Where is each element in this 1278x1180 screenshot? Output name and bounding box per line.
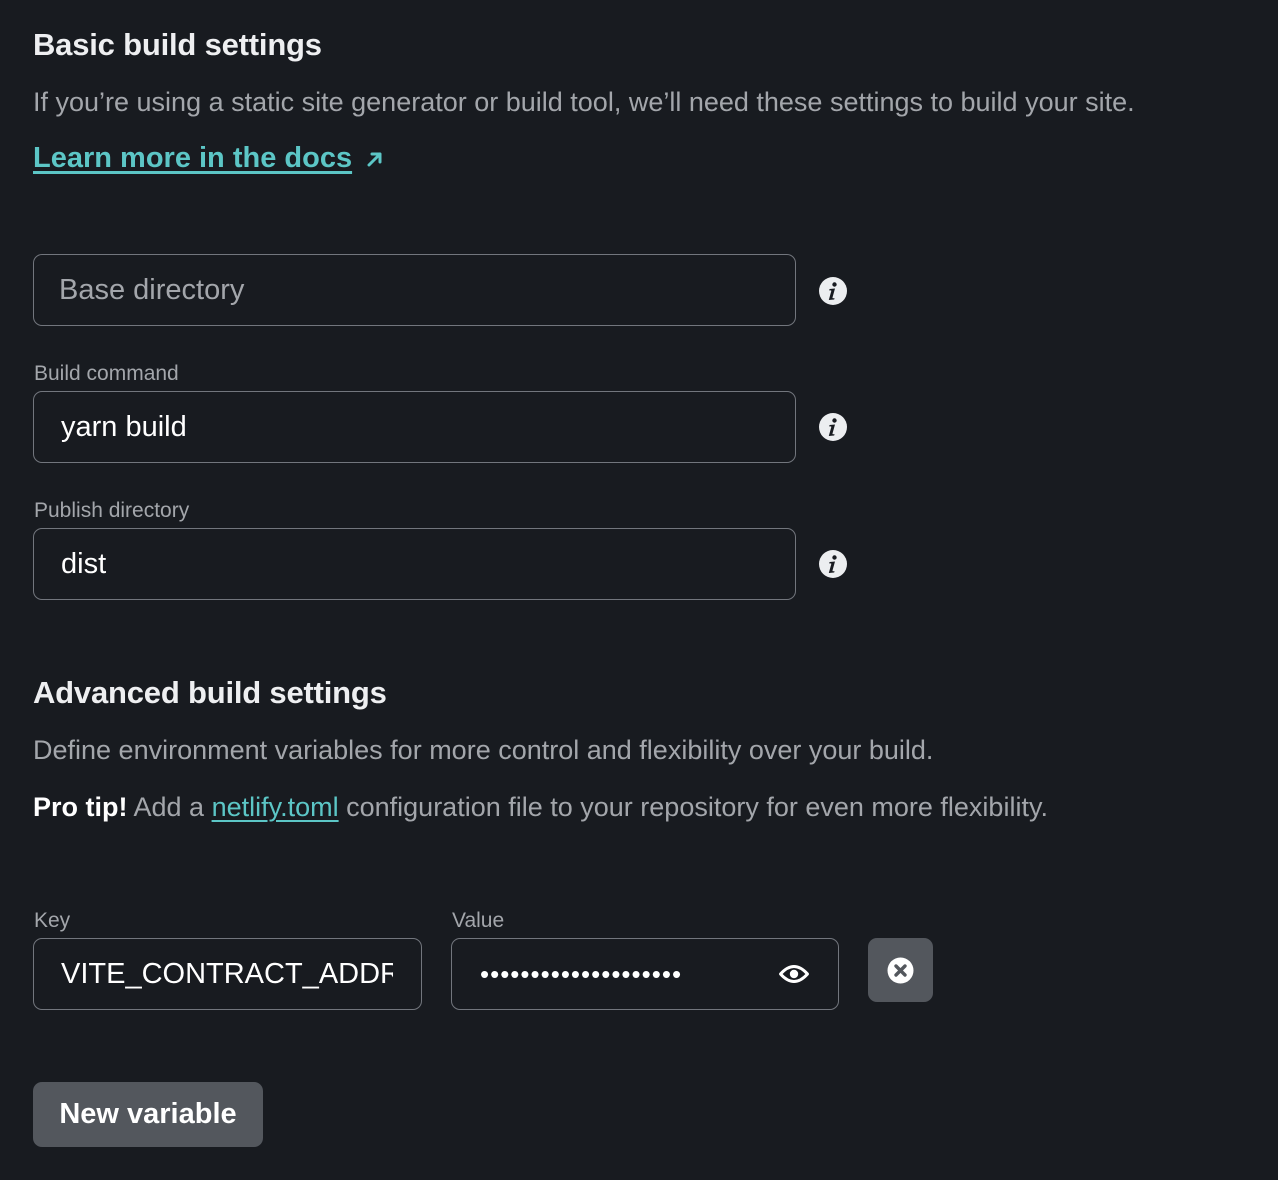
netlify-toml-link[interactable]: netlify.toml (212, 792, 339, 822)
docs-link[interactable]: Learn more in the docs (33, 142, 385, 175)
pro-tip: Pro tip! Add a netlify.toml configuratio… (33, 792, 1048, 823)
env-key-field[interactable] (33, 938, 422, 1010)
pro-tip-label: Pro tip! (33, 792, 128, 822)
close-circle-icon (887, 957, 914, 983)
advanced-settings-description: Define environment variables for more co… (33, 735, 934, 765)
env-key-input[interactable] (34, 957, 421, 991)
publish-directory-input[interactable] (34, 547, 795, 581)
info-icon-publish-directory[interactable] (818, 549, 848, 579)
build-command-label: Build command (34, 362, 179, 385)
env-value-masked[interactable]: •••••••••••••••••••• (452, 959, 778, 990)
build-command-field[interactable] (33, 391, 796, 463)
docs-link-label[interactable]: Learn more in the docs (33, 142, 352, 174)
base-directory-input[interactable] (34, 273, 795, 307)
base-directory-field[interactable] (33, 254, 796, 326)
publish-directory-field[interactable] (33, 528, 796, 600)
pro-tip-text-after: configuration file to your repository fo… (338, 792, 1048, 822)
external-link-icon (367, 152, 382, 167)
pro-tip-text-before: Add a (127, 792, 212, 822)
build-command-input[interactable] (34, 410, 795, 444)
key-label: Key (34, 909, 71, 932)
value-label: Value (452, 909, 505, 932)
env-value-field[interactable]: •••••••••••••••••••• (451, 938, 839, 1010)
new-variable-button[interactable]: New variable (33, 1082, 263, 1147)
remove-variable-button[interactable] (868, 938, 933, 1002)
info-icon-base-directory[interactable] (818, 276, 848, 306)
info-icon-build-command[interactable] (818, 412, 848, 442)
basic-settings-description: If you’re using a static site generator … (33, 87, 1135, 117)
advanced-settings-title: Advanced build settings (33, 675, 387, 710)
basic-settings-title: Basic build settings (33, 27, 322, 62)
publish-directory-label: Publish directory (34, 499, 190, 522)
eye-icon[interactable] (778, 962, 810, 986)
